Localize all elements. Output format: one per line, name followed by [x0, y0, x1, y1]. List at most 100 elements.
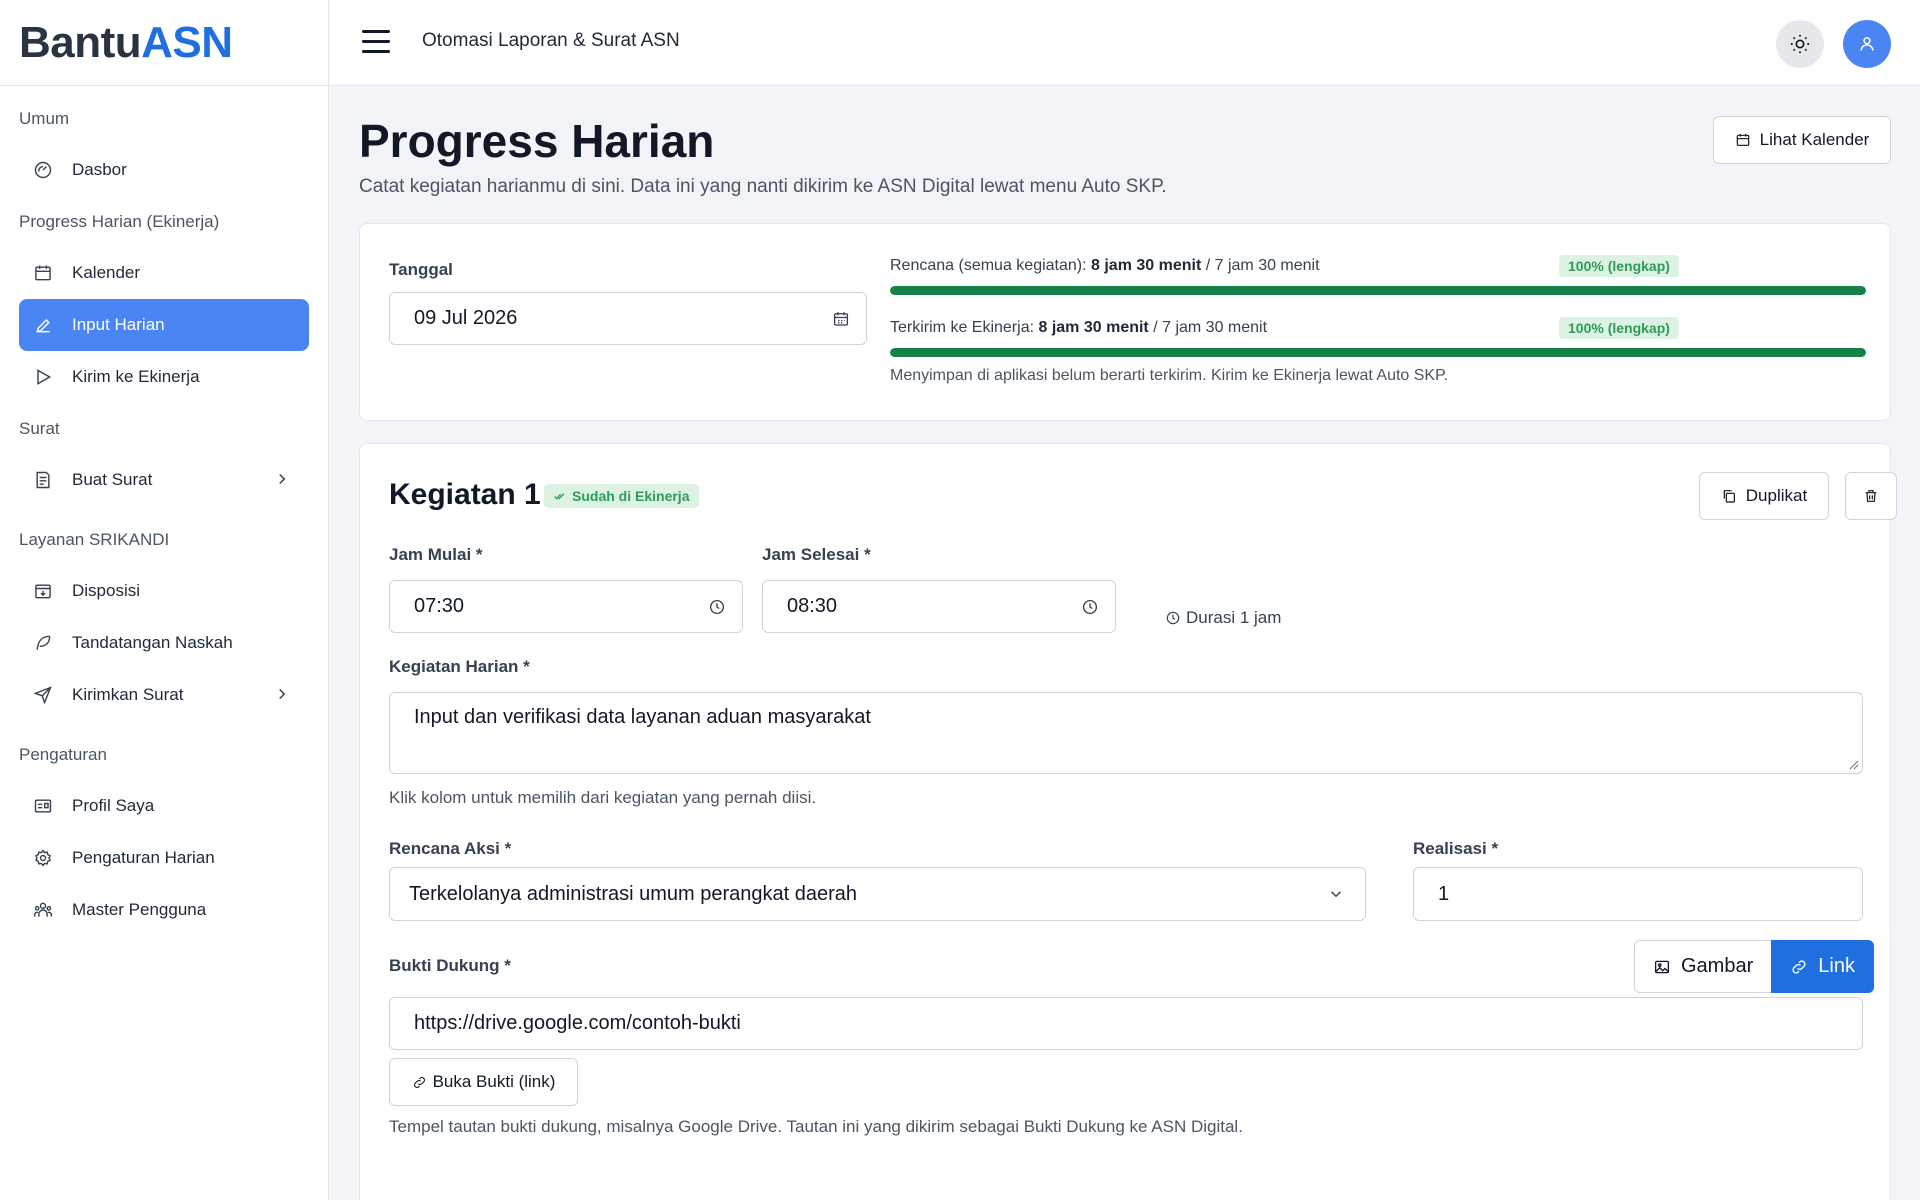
view-calendar-button[interactable]: Lihat Kalender — [1713, 116, 1891, 164]
view-calendar-label: Lihat Kalender — [1759, 130, 1870, 149]
section-label-pengaturan: Pengaturan — [19, 744, 107, 764]
status-label: Sudah di Ekinerja — [572, 488, 690, 504]
page-title: Progress Harian — [359, 115, 715, 167]
user-icon — [1860, 37, 1874, 51]
realization-label: Realisasi * — [1413, 839, 1499, 858]
delete-button[interactable] — [1845, 472, 1897, 520]
sidebar-item-kirimkan-surat[interactable]: Kirimkan Surat — [19, 669, 309, 721]
brand-logo[interactable]: Bantu ASN — [0, 0, 328, 86]
sent-done: 8 jam 30 menit — [1038, 319, 1149, 336]
sidebar: Bantu ASN Umum Dasbor Progress Harian (Ek… — [0, 0, 329, 1200]
users-icon — [33, 900, 53, 920]
play-icon — [33, 367, 53, 387]
clock-icon[interactable] — [1081, 598, 1099, 616]
chevron-right-icon — [273, 470, 291, 488]
sent-prefix: Terkirim ke Ekinerja: — [890, 319, 1039, 336]
sidebar-item-pengaturan-harian[interactable]: Pengaturan Harian — [19, 832, 309, 884]
sidebar-item-disposisi[interactable]: Disposisi — [19, 565, 309, 617]
activity-textarea[interactable]: Input dan verifikasi data layanan aduan … — [389, 692, 1863, 774]
menu-icon[interactable] — [362, 30, 390, 54]
activity-card: Kegiatan 1 Sudah di Ekinerja Duplikat Ja… — [359, 443, 1897, 1200]
plan-prefix: Rencana (semua kegiatan): — [890, 257, 1091, 274]
activity-label: Kegiatan Harian * — [389, 657, 530, 676]
sidebar-item-label: Input Harian — [72, 315, 165, 334]
sidebar-item-profil[interactable]: Profil Saya — [19, 780, 309, 832]
plan-status-badge: 100% (lengkap) — [1559, 255, 1679, 277]
sidebar-nav: Umum Dasbor Progress Harian (Ekinerja) K… — [0, 93, 328, 936]
gear-icon — [33, 848, 53, 868]
sidebar-item-label: Kirimkan Surat — [72, 685, 184, 704]
check-icon — [554, 492, 565, 500]
toggle-image-button[interactable]: Gambar — [1634, 940, 1772, 993]
sidebar-item-label: Kalender — [72, 263, 141, 282]
sidebar-item-dasbor[interactable]: Dasbor — [19, 144, 309, 196]
copy-icon — [1723, 490, 1735, 503]
feather-icon — [33, 633, 53, 653]
main-content: Progress Harian Catat kegiatan harianmu … — [330, 86, 1920, 1200]
plan-select[interactable]: Terkelolanya administrasi umum perangkat… — [389, 867, 1366, 921]
sidebar-item-label: Pengaturan Harian — [72, 848, 215, 867]
toggle-image-label: Gambar — [1681, 955, 1754, 977]
clock-icon[interactable] — [708, 598, 726, 616]
avatar[interactable] — [1843, 20, 1891, 68]
plan-label: Rencana Aksi * — [389, 839, 512, 858]
toggle-link-button[interactable]: Link — [1771, 940, 1874, 993]
evidence-url-input[interactable]: https://drive.google.com/contoh-bukti — [389, 997, 1863, 1050]
chevron-down-icon — [1327, 885, 1345, 903]
section-label-umum: Umum — [19, 108, 70, 128]
image-icon — [1654, 960, 1670, 973]
plan-progress-fill — [890, 286, 1866, 295]
brand-part-1: Bantu — [19, 17, 142, 67]
status-badge: Sudah di Ekinerja — [544, 484, 700, 508]
evidence-label: Bukti Dukung * — [389, 956, 511, 975]
open-evidence-label: Buka Bukti (link) — [432, 1072, 556, 1091]
sidebar-item-kalender[interactable]: Kalender — [19, 247, 309, 299]
sun-icon — [1790, 34, 1810, 54]
calendar-icon — [1736, 134, 1749, 146]
theme-toggle-button[interactable] — [1776, 20, 1824, 68]
sidebar-item-kirim-ekinerja[interactable]: Kirim ke Ekinerja — [19, 351, 309, 403]
link-icon — [413, 1076, 425, 1088]
id-card-icon — [33, 796, 53, 816]
start-time-input[interactable]: 07:30 — [389, 580, 743, 633]
sidebar-item-label: Disposisi — [72, 581, 141, 600]
plan-progress-bar — [890, 286, 1866, 295]
end-time-value: 08:30 — [787, 595, 838, 617]
evidence-type-toggle: Gambar Link — [1634, 940, 1874, 993]
section-label-srikandi: Layanan SRIKANDI — [19, 529, 170, 549]
start-time-label: Jam Mulai * — [389, 545, 483, 564]
gauge-icon — [33, 160, 53, 180]
resize-handle-icon[interactable] — [1849, 760, 1859, 770]
app-title: Otomasi Laporan & Surat ASN — [422, 30, 680, 51]
sidebar-item-buat-surat[interactable]: Buat Surat — [19, 454, 309, 506]
duplicate-button[interactable]: Duplikat — [1699, 472, 1829, 520]
date-input[interactable]: 09 Jul 2026 — [389, 292, 867, 345]
realization-input[interactable]: 1 — [1413, 867, 1863, 921]
duplicate-label: Duplikat — [1745, 486, 1808, 505]
topbar: Otomasi Laporan & Surat ASN — [330, 0, 1920, 86]
trash-icon — [1865, 490, 1877, 502]
sidebar-item-label: Profil Saya — [72, 796, 155, 815]
activity-text: Input dan verifikasi data layanan aduan … — [414, 706, 871, 728]
plan-suffix: / 7 jam 30 menit — [1201, 257, 1320, 274]
end-time-input[interactable]: 08:30 — [762, 580, 1116, 633]
calendar-icon[interactable] — [832, 310, 850, 328]
realization-value: 1 — [1438, 882, 1450, 905]
evidence-url-value: https://drive.google.com/contoh-bukti — [414, 1012, 741, 1034]
sidebar-item-tandatangan[interactable]: Tandatangan Naskah — [19, 617, 309, 669]
duration-display: Durasi 1 jam — [1165, 608, 1281, 628]
section-label-progress: Progress Harian (Ekinerja) — [19, 211, 220, 231]
plan-done: 8 jam 30 menit — [1091, 257, 1202, 274]
chevron-right-icon — [273, 685, 291, 703]
open-evidence-button[interactable]: Buka Bukti (link) — [389, 1058, 578, 1106]
sidebar-item-input-harian[interactable]: Input Harian — [19, 299, 309, 351]
plan-select-value: Terkelolanya administrasi umum perangkat… — [409, 882, 858, 905]
brand-part-2: ASN — [141, 17, 233, 67]
document-icon — [33, 470, 53, 490]
calendar-icon — [33, 263, 53, 283]
date-label: Tanggal — [389, 260, 453, 279]
send-icon — [33, 685, 53, 705]
clock-icon — [1166, 611, 1180, 625]
link-icon — [1792, 959, 1806, 974]
sidebar-item-master-pengguna[interactable]: Master Pengguna — [19, 884, 309, 936]
